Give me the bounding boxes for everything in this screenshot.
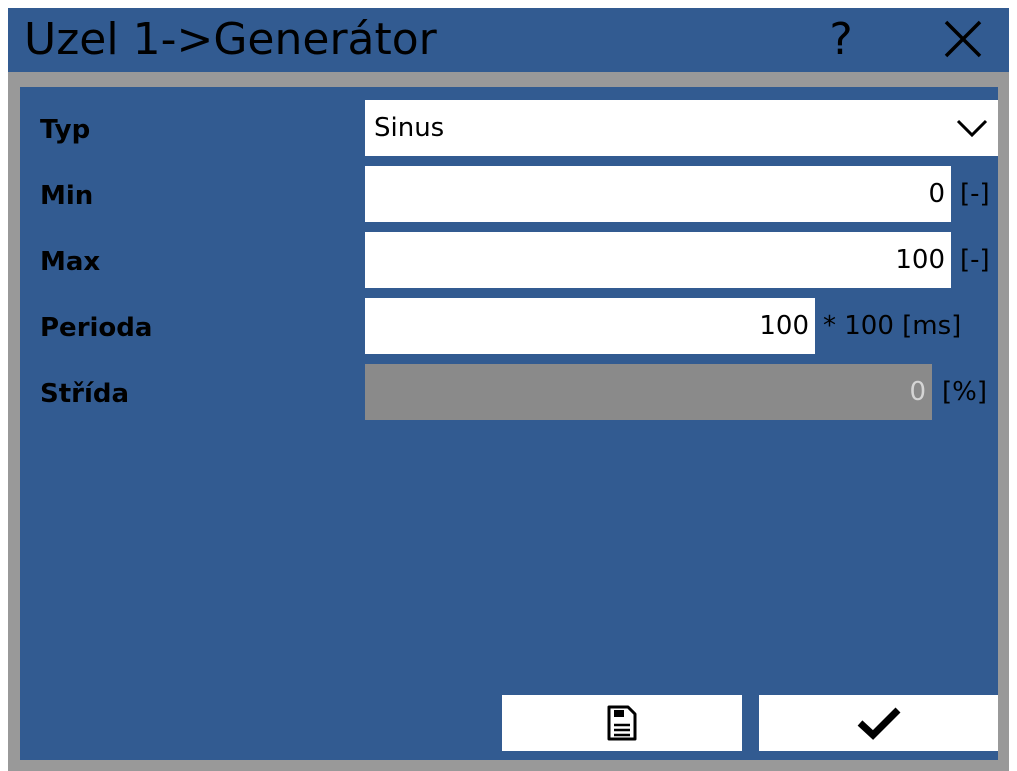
form-panel: Typ Sinus Min 0 [-] Max 100 [-] Perioda …	[20, 87, 998, 760]
dialog-title: Uzel 1->Generátor	[24, 14, 437, 65]
checkmark-icon	[857, 707, 900, 740]
min-input[interactable]: 0	[365, 166, 951, 222]
typ-value: Sinus	[374, 113, 445, 143]
perioda-unit: * 100 [ms]	[823, 311, 962, 341]
perioda-input[interactable]: 100	[365, 298, 815, 354]
max-label: Max	[40, 247, 101, 277]
strida-label: Střída	[40, 379, 130, 409]
dialog-window: Uzel 1->Generátor ? Typ Sinus Min 0 [-] …	[8, 8, 1009, 771]
max-input[interactable]: 100	[365, 232, 951, 288]
close-button[interactable]	[936, 14, 990, 66]
confirm-button[interactable]	[759, 695, 998, 751]
save-icon	[607, 705, 637, 741]
help-button[interactable]: ?	[814, 14, 868, 66]
strida-unit: [%]	[942, 377, 987, 407]
typ-select[interactable]: Sinus	[365, 100, 998, 156]
title-bar: Uzel 1->Generátor ?	[8, 8, 1009, 72]
close-icon	[944, 20, 982, 58]
strida-input: 0	[365, 364, 932, 420]
save-button[interactable]	[502, 695, 742, 751]
min-unit: [-]	[960, 179, 990, 209]
typ-label: Typ	[40, 115, 91, 145]
perioda-label: Perioda	[40, 313, 153, 343]
max-unit: [-]	[960, 245, 990, 275]
min-label: Min	[40, 181, 94, 211]
chevron-down-icon	[956, 119, 988, 138]
help-icon: ?	[829, 14, 853, 65]
